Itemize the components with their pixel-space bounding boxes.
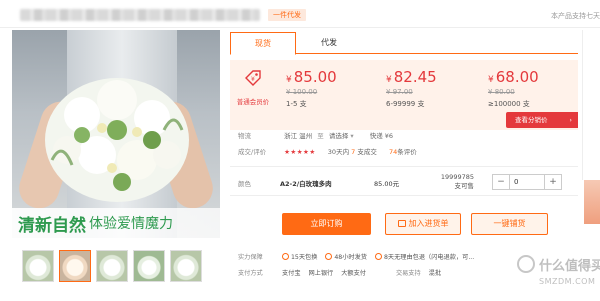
spec-price: 85.00元 [374, 180, 400, 188]
payment-method-alipay: 支付宝 [281, 270, 301, 277]
payment-method-large: 大额支付 [341, 270, 366, 277]
thumbnail-3[interactable] [96, 250, 128, 282]
shield-icon [281, 253, 289, 260]
view-distribution-price-label: 查看分销价 [515, 116, 548, 124]
watermark-logo-icon [517, 255, 535, 273]
reviews-label: 成交/评价 [238, 148, 267, 156]
dropship-tag: 一件代发 [268, 9, 306, 21]
origin-location: 浙江 温州 [284, 132, 313, 140]
spec-stock: 19999785 支可售 [440, 173, 474, 190]
thumbnail-5[interactable] [170, 250, 202, 282]
guarantee-label: 实力保障 [238, 254, 263, 261]
tier-quantity-range: ≥100000 支 [488, 100, 530, 108]
promo-text-secondary: 体验爱情魔力 [89, 216, 173, 232]
price-tag-icon: ¥ [245, 70, 261, 86]
thumbnail-4[interactable] [133, 250, 165, 282]
blurred-product-title [20, 9, 260, 21]
member-price-label: 普通会员价 [236, 98, 270, 106]
thumbnail-2[interactable] [59, 250, 91, 282]
thumbnail-strip [22, 250, 202, 282]
order-now-button[interactable]: 立即订购 [282, 213, 371, 235]
thumbnail-1[interactable] [22, 250, 54, 282]
rating-stars: ★★★★★ [284, 148, 316, 156]
destination-select[interactable]: 请选择 ▾ [329, 132, 354, 140]
svg-text:¥: ¥ [251, 76, 255, 83]
tier-original-price: ¥ 97.00 [386, 88, 413, 96]
add-to-purchase-list-button[interactable]: 加入进货单 [385, 213, 461, 235]
guarantee-item: 8天无理由包退（闪电退款，可... [374, 252, 474, 261]
clock-icon [325, 253, 333, 260]
promo-text-primary: 清新自然 [18, 215, 86, 236]
column-divider [582, 30, 583, 180]
tier-price: ¥85.00 [286, 68, 337, 86]
spec-name: A2-2/白玫瑰多肉 [280, 180, 332, 188]
price-tier-2: ¥82.45 ¥ 97.00 6-99999 支 [386, 68, 476, 109]
top-bar: 一件代发 本产品支持七天 [0, 0, 600, 28]
tab-dropship[interactable]: 代发 [296, 32, 362, 54]
trade-support-value: 混批 [428, 270, 442, 277]
logistics-row: 物流 浙江 温州 至 请选择 ▾ 快递 ¥6 [238, 130, 578, 142]
purchase-mode-tabs: 现货 代发 [230, 32, 578, 55]
quantity-stepper: − 0 + [492, 174, 562, 190]
to-label: 至 [317, 132, 324, 140]
site-watermark: 什么值得买 SMZDM.COM [517, 253, 600, 293]
chevron-down-icon: ▾ [350, 132, 354, 140]
guarantee-item: 15天包换 [281, 252, 317, 261]
watermark-subtext: SMZDM.COM [539, 277, 596, 286]
payment-label: 支付方式 [238, 270, 263, 277]
cart-icon [397, 220, 406, 227]
trade-support-label: 交易支持 [395, 270, 421, 277]
increment-button[interactable]: + [545, 175, 561, 189]
one-click-distribute-button[interactable]: 一键铺货 [471, 213, 548, 235]
price-tier-1: ¥85.00 ¥ 100.00 1-5 支 [286, 68, 376, 109]
express-fee: 快递 ¥6 [369, 132, 394, 140]
view-distribution-price-button[interactable]: 查看分销价 › [506, 112, 578, 128]
guarantee-item: 48小时发货 [325, 252, 367, 261]
tier-quantity-range: 6-99999 支 [386, 100, 425, 108]
promo-banner: 清新自然 体验爱情魔力 [12, 208, 220, 238]
tier-price: ¥82.45 [386, 68, 437, 86]
quantity-input[interactable]: 0 [509, 175, 545, 189]
review-summary[interactable]: 74条评价 [389, 148, 417, 156]
payment-method-netbank: 网上银行 [308, 270, 334, 277]
side-product-peek[interactable] [584, 180, 600, 224]
logistics-label: 物流 [238, 132, 251, 140]
main-product-image[interactable]: 清新自然 体验爱情魔力 [12, 30, 220, 238]
tier-price: ¥68.00 [488, 68, 539, 86]
spec-row: 颜色 A2-2/白玫瑰多肉 85.00元 19999785 支可售 − 0 + [230, 166, 578, 196]
reviews-row: 成交/评价 ★★★★★ 30天内 7 支成交 74条评价 [238, 146, 578, 158]
tier-quantity-range: 1-5 支 [286, 100, 307, 108]
price-panel: ¥ 普通会员价 ¥85.00 ¥ 100.00 1-5 支 ¥82.45 ¥ 9… [230, 60, 578, 130]
decrement-button[interactable]: − [493, 175, 509, 189]
price-tier-3: ¥68.00 ¥ 80.00 ≥100000 支 [488, 68, 578, 109]
return-icon [374, 253, 382, 260]
support-note: 本产品支持七天 [551, 12, 600, 20]
watermark-text: 什么值得买 [539, 259, 600, 274]
bouquet-illustration [45, 78, 189, 202]
tab-in-stock[interactable]: 现货 [230, 32, 296, 55]
chevron-right-icon: › [569, 116, 572, 124]
deal-summary[interactable]: 30天内 7 支成交 [328, 148, 377, 156]
member-price-badge: ¥ 普通会员价 [236, 68, 270, 110]
tier-original-price: ¥ 80.00 [488, 88, 515, 96]
spec-label: 颜色 [238, 180, 251, 188]
tier-original-price: ¥ 100.00 [286, 88, 318, 96]
